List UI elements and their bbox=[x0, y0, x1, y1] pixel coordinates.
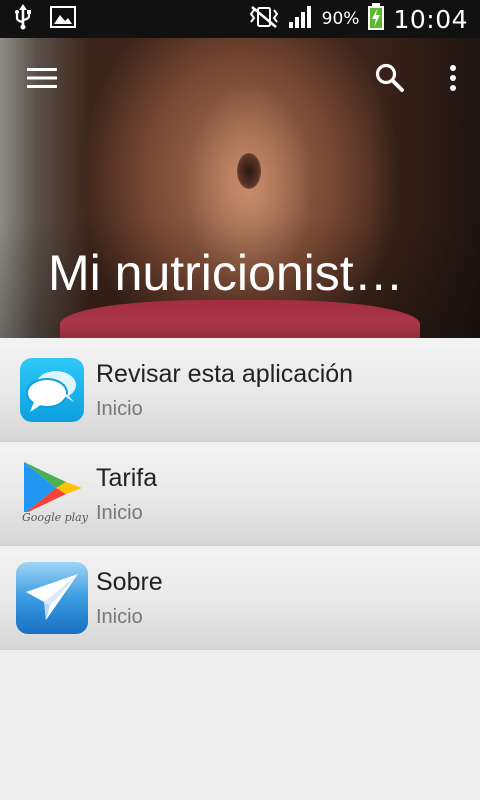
google-play-caption: Google play bbox=[22, 511, 88, 524]
photo-detail bbox=[237, 153, 261, 189]
google-play-icon bbox=[22, 460, 84, 514]
vibrate-mute-icon bbox=[248, 5, 280, 33]
hamburger-icon bbox=[27, 67, 57, 93]
status-bar: 90% 10:04 bbox=[0, 0, 480, 38]
list-item-tarifa[interactable]: Google play Tarifa Inicio bbox=[0, 442, 480, 546]
item-title: Revisar esta aplicación bbox=[96, 360, 354, 388]
menu-list: Revisar esta aplicación Inicio Google pl… bbox=[0, 338, 480, 650]
battery-charging-icon bbox=[367, 3, 385, 35]
battery-percent: 90% bbox=[321, 9, 360, 29]
item-subtitle: Inicio bbox=[96, 502, 143, 524]
chat-bubbles-icon bbox=[20, 358, 84, 422]
item-subtitle: Inicio bbox=[96, 606, 143, 628]
usb-icon bbox=[14, 4, 32, 34]
header-image: Mi nutricionist… bbox=[0, 38, 480, 338]
more-vertical-icon bbox=[449, 64, 457, 96]
item-title: Tarifa bbox=[96, 464, 158, 492]
item-title: Sobre bbox=[96, 568, 163, 596]
menu-button[interactable] bbox=[20, 62, 64, 98]
paper-plane-icon bbox=[16, 562, 88, 634]
signal-icon bbox=[288, 5, 314, 33]
search-button[interactable] bbox=[368, 60, 412, 100]
item-subtitle: Inicio bbox=[96, 398, 143, 420]
search-icon bbox=[375, 63, 405, 97]
clock: 10:04 bbox=[393, 4, 468, 34]
overflow-menu-button[interactable] bbox=[438, 60, 468, 100]
page-title: Mi nutricionist… bbox=[48, 245, 404, 301]
list-item-sobre[interactable]: Sobre Inicio bbox=[0, 546, 480, 650]
list-item-review-app[interactable]: Revisar esta aplicación Inicio bbox=[0, 338, 480, 442]
image-icon bbox=[50, 6, 76, 32]
